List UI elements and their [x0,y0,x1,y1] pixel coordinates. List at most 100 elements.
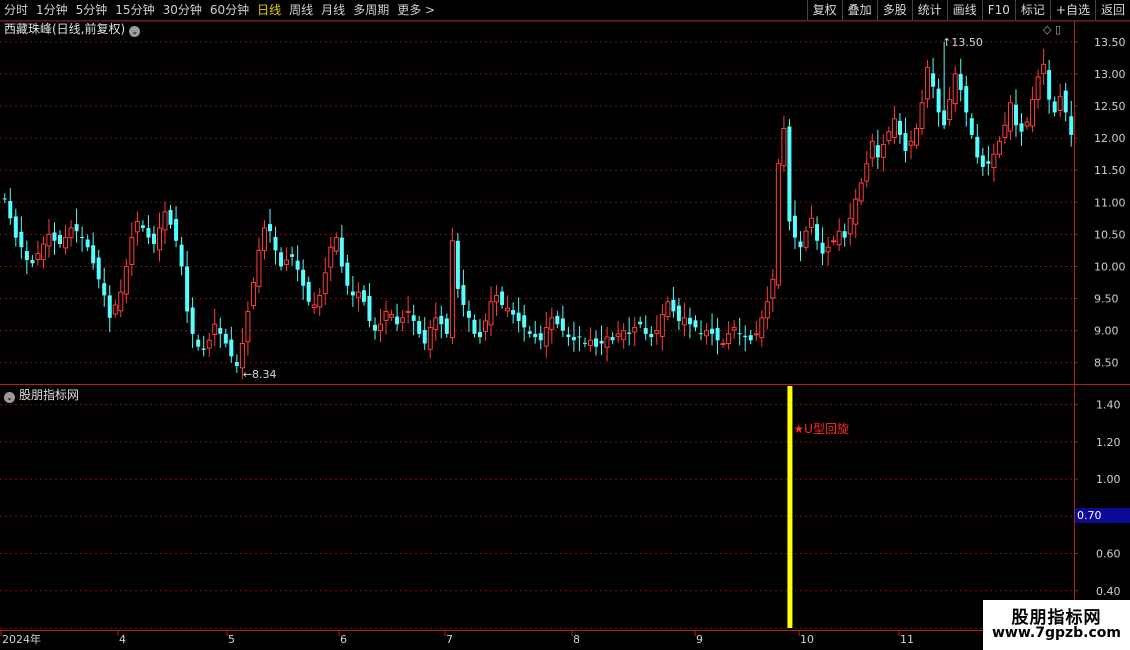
candle-body [676,305,681,322]
candle-body [897,120,902,135]
candle-body [196,339,201,347]
candle-body [234,362,239,366]
price-tick-label: 9.00 [1094,325,1119,338]
candle-body [903,132,908,151]
candle-body [140,225,145,228]
candle-body [687,317,692,325]
candle-body [792,215,797,238]
candle-body [339,237,344,267]
candle-body [891,118,897,138]
candle-body [610,337,615,341]
candle-body [389,314,395,318]
candle-body [8,201,13,219]
candle-body [858,182,864,202]
candle-body [40,243,46,260]
candle-body [914,127,920,146]
candle-body [731,326,737,331]
candle-body [472,319,477,334]
candle-body [996,140,1002,155]
candle-body [261,227,267,251]
candle-body [455,240,460,289]
candle-body [781,127,787,167]
candle-body [1002,124,1008,138]
time-tick-label: 11 [900,633,914,646]
candle-body [842,231,847,238]
candle-body [659,314,665,337]
candle-body [1013,104,1018,126]
candle-body [250,282,256,307]
candle-body [627,332,632,334]
candle-body [764,301,770,319]
candle-body [273,236,278,251]
candle-body [151,233,156,245]
candle-body [185,266,190,312]
candle-body [461,285,466,305]
candle-body [549,317,555,330]
candle-body [1052,101,1057,113]
candle-body [533,333,538,338]
indicator-tick-label: 1.20 [1096,436,1121,449]
candle-body [587,339,593,346]
candle-body [809,217,815,228]
candle-body [599,340,604,344]
time-tick-label: 6 [340,633,347,646]
candle-body [1047,70,1052,100]
candle-body [179,244,184,267]
chart-canvas[interactable]: 13.50 13.00 12.50 12.00 11.50 11.00 10.50 10.00… [0,0,1130,650]
candle-body [986,161,991,164]
candle-body [174,218,179,241]
candle-body [411,315,416,322]
high-price-label: ↑13.50 [942,36,983,49]
candle-body [212,323,218,336]
indicator-tick-label: 0.60 [1096,548,1121,561]
price-tick-label: 12.00 [1094,132,1126,145]
candle-body [333,237,339,252]
candle-body [538,333,543,341]
candle-body [284,259,290,266]
low-price-label: ←8.34 [243,368,277,381]
candle-body [427,326,433,350]
candle-body [52,232,57,241]
candle-body [964,86,969,113]
candle-body [256,249,262,287]
candle-body [880,144,886,158]
candle-body [869,140,875,159]
candle-body [1024,121,1030,127]
candle-body [908,140,914,146]
candle-body [649,333,654,338]
price-tick-label: 10.50 [1094,228,1126,241]
candle-body [836,230,842,246]
candle-body [345,262,350,286]
candle-body [864,163,870,182]
candle-body [311,304,317,309]
candle-body [566,334,571,338]
candle-body [753,333,759,336]
candle-body [301,269,306,286]
candle-body [123,265,129,295]
time-tick-label: 8 [573,633,580,646]
candle-body [439,315,444,325]
candle-body [654,330,660,334]
candle-body [367,295,372,322]
candle-body [134,221,140,233]
candle-body [107,295,112,318]
candle-body [488,301,494,326]
candle-body [317,294,323,308]
candle-body [527,331,532,334]
candle-body [245,310,251,343]
candle-body [162,211,168,231]
candle-body [919,102,925,129]
candle-body [422,330,427,344]
candle-body [798,241,803,248]
candle-body [693,320,698,328]
indicator-tick-label: 0.40 [1096,585,1121,598]
candle-body [295,260,300,270]
candle-body [604,336,610,348]
candle-body [405,310,411,313]
candle-body [68,227,74,239]
candle-body [1069,116,1074,135]
candle-body [85,239,90,248]
candle-body [643,328,648,334]
price-tick-label: 13.00 [1094,68,1126,81]
candle-body [201,348,206,350]
